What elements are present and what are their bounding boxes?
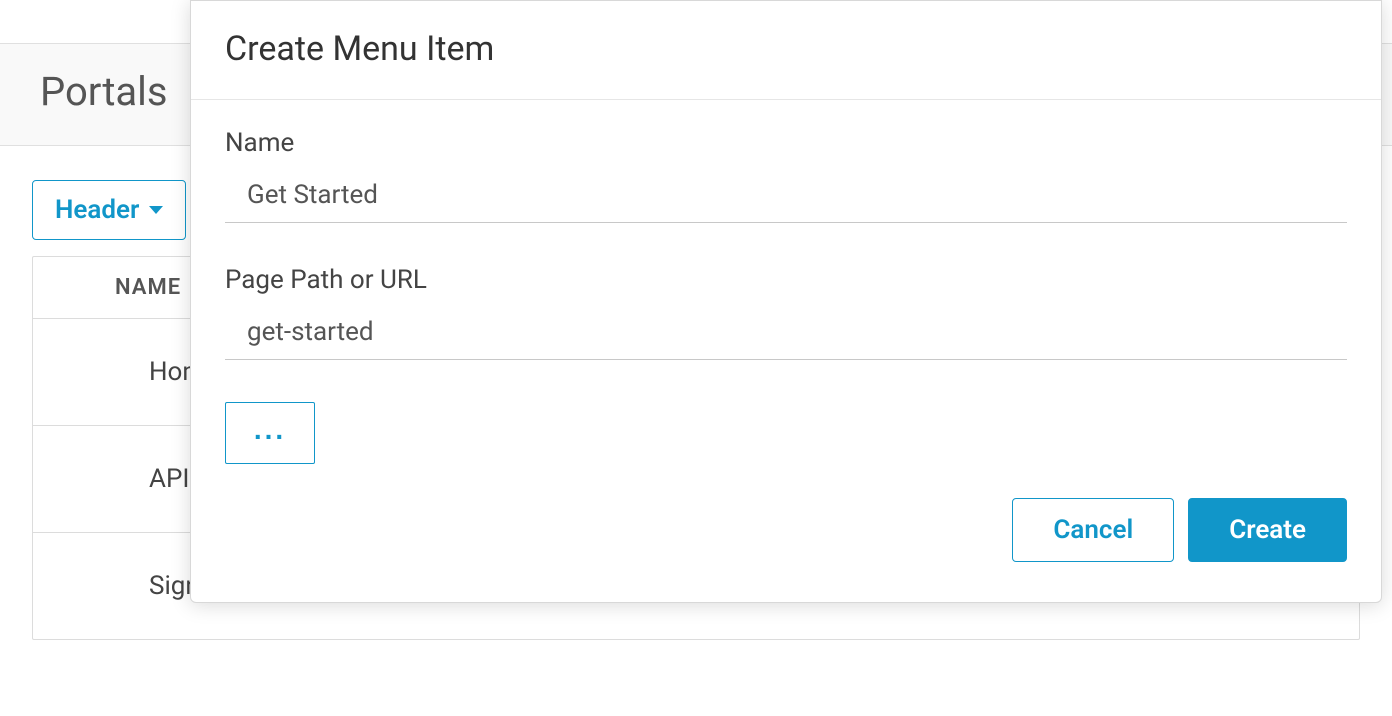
ellipsis-icon: ...: [254, 423, 286, 437]
cancel-button[interactable]: Cancel: [1012, 498, 1174, 562]
more-options-button[interactable]: ...: [225, 402, 315, 464]
name-column-header: NAME: [115, 275, 181, 300]
modal-title: Create Menu Item: [225, 29, 1347, 69]
form-group-path: Page Path or URL: [225, 265, 1347, 360]
create-menu-item-modal: Create Menu Item Name Page Path or URL .…: [190, 0, 1382, 603]
modal-header: Create Menu Item: [191, 1, 1381, 100]
caret-down-icon: [149, 206, 163, 214]
modal-footer: Cancel Create: [191, 474, 1381, 572]
name-label: Name: [225, 128, 1347, 158]
create-button[interactable]: Create: [1188, 498, 1347, 562]
path-label: Page Path or URL: [225, 265, 1347, 295]
form-group-name: Name: [225, 128, 1347, 223]
header-dropdown-label: Header: [55, 195, 139, 225]
modal-body: Name Page Path or URL ...: [191, 100, 1381, 474]
header-dropdown[interactable]: Header: [32, 180, 186, 240]
name-input[interactable]: [225, 172, 1347, 223]
path-input[interactable]: [225, 309, 1347, 360]
